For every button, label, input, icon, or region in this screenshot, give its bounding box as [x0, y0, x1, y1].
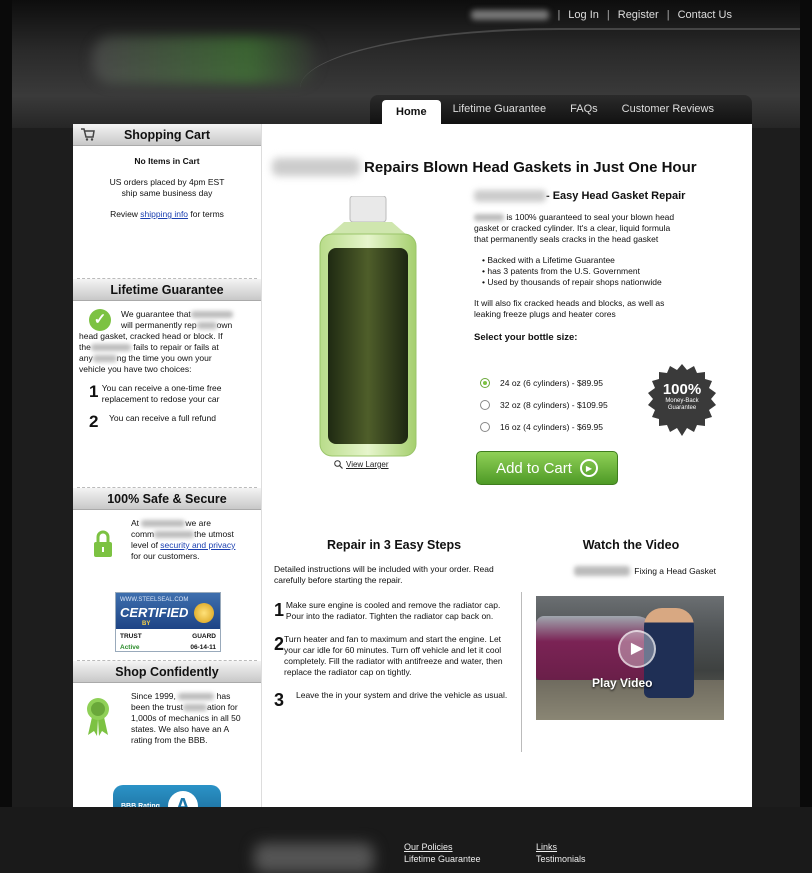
tab-lifetime-guarantee[interactable]: Lifetime Guarantee	[441, 95, 559, 124]
guarantee-header: Lifetime Guarantee	[73, 279, 261, 301]
login-link[interactable]: Log In	[568, 9, 599, 21]
play-icon[interactable]: ▶	[618, 630, 656, 668]
lock-icon	[94, 530, 112, 557]
list-item: has 3 patents from the U.S. Government	[482, 266, 736, 277]
guarantee-choice: 2 You can receive a full refund	[89, 412, 216, 431]
steps-intro: Detailed instructions will be included w…	[274, 564, 494, 585]
site-logo[interactable]	[92, 36, 317, 84]
footer-col-policies: Our Policies Lifetime Guarantee	[404, 841, 481, 865]
product-description: is 100% guaranteed to seal your blown he…	[474, 212, 675, 244]
cart-block: No Items in Cart US orders placed by 4pm…	[73, 146, 261, 278]
register-link[interactable]: Register	[618, 9, 659, 21]
product-subtitle: - Easy Head Gasket Repair	[474, 190, 736, 202]
list-item: 3 Leave the in your system and drive the…	[274, 690, 508, 710]
radio-button[interactable]	[480, 400, 490, 410]
confident-header: Shop Confidently	[73, 661, 261, 683]
main-content: Repairs Blown Head Gaskets in Just One H…	[262, 124, 752, 807]
product-extra: It will also fix cracked heads and block…	[474, 298, 665, 319]
video-thumbnail[interactable]: ▶ Play Video	[536, 596, 724, 720]
secure-block: At we are comm the utmost level of securi…	[73, 510, 261, 660]
size-select-label: Select your bottle size:	[474, 332, 578, 343]
video-caption: Fixing a Head Gasket	[536, 566, 726, 576]
main-nav: Home Lifetime Guarantee FAQs Customer Re…	[370, 95, 752, 124]
repair-steps: Repair in 3 Easy Steps Detailed instruct…	[274, 538, 514, 722]
shipping-terms: Review shipping info for terms	[110, 209, 224, 219]
footer-link-testimonials[interactable]: Testimonials	[536, 853, 586, 865]
size-options: 24 oz (6 cylinders) - $89.95 32 oz (8 cy…	[480, 372, 608, 438]
product-bottle-image[interactable]	[308, 196, 428, 466]
shopping-cart-icon	[81, 128, 95, 141]
product-info: - Easy Head Gasket Repair is 100% guaran…	[474, 190, 736, 343]
tab-faqs[interactable]: FAQs	[558, 95, 610, 124]
phone-number	[471, 10, 550, 20]
list-item: 1 Make sure engine is cooled and remove …	[274, 600, 501, 621]
video-section: Watch the Video Fixing a Head Gasket ▶ P…	[536, 538, 726, 720]
award-ribbon-icon	[87, 698, 109, 736]
top-links: | Log In | Register | Contact Us	[471, 9, 732, 21]
divider	[521, 592, 522, 752]
list-item: Backed with a Lifetime Guarantee	[482, 255, 736, 266]
footer-col-links: Links Testimonials	[536, 841, 586, 865]
magnifier-icon	[334, 460, 343, 469]
footer: Our Policies Lifetime Guarantee Links Te…	[0, 807, 812, 873]
security-privacy-link[interactable]: security and privacy	[160, 540, 235, 550]
size-option-32oz[interactable]: 32 oz (8 cylinders) - $109.95	[480, 394, 608, 416]
cart-empty-text: No Items in Cart	[134, 156, 200, 166]
contact-us-link[interactable]: Contact Us	[678, 9, 732, 21]
radio-button[interactable]	[480, 378, 490, 388]
page-content: Shopping Cart No Items in Cart US orders…	[73, 124, 752, 827]
guarantee-block: ✓ We guarantee that will permanently rep…	[73, 301, 261, 487]
footer-link-policies[interactable]: Our Policies	[404, 841, 481, 853]
shipping-info-link[interactable]: shipping info	[140, 209, 188, 219]
steps-title: Repair in 3 Easy Steps	[326, 538, 462, 552]
checkmark-icon: ✓	[89, 309, 111, 331]
footer-link-links[interactable]: Links	[536, 841, 586, 853]
radio-button[interactable]	[480, 422, 490, 432]
right-edge-shade	[800, 0, 812, 873]
trust-guard-badge[interactable]: WWW.STEELSEAL.COM CERTIFIED BY TRUST GUA…	[115, 592, 221, 652]
product-bullets: Backed with a Lifetime Guarantee has 3 p…	[474, 255, 736, 288]
list-item: Used by thousands of repair shops nation…	[482, 277, 736, 288]
tab-customer-reviews[interactable]: Customer Reviews	[610, 95, 726, 124]
guarantee-choice: 1 You can receive a one-time free replac…	[89, 382, 222, 405]
video-title: Watch the Video	[582, 538, 680, 552]
shipping-note: US orders placed by 4pm EST ship same bu…	[109, 177, 225, 198]
left-edge-shade	[0, 0, 12, 873]
sidebar: Shopping Cart No Items in Cart US orders…	[73, 124, 262, 827]
list-item: 2 Turn heater and fan to maximum and sta…	[274, 634, 503, 677]
size-option-16oz[interactable]: 16 oz (4 cylinders) - $69.95	[480, 416, 608, 438]
view-larger-link[interactable]: View Larger	[334, 460, 389, 469]
gold-seal-icon	[194, 603, 214, 623]
arrow-right-icon: ▶	[579, 459, 598, 477]
secure-header: 100% Safe & Secure	[73, 488, 261, 510]
cart-header: Shopping Cart	[73, 124, 261, 146]
play-video-label: Play Video	[592, 676, 653, 690]
page-title: Repairs Blown Head Gaskets in Just One H…	[364, 158, 697, 176]
headline: Repairs Blown Head Gaskets in Just One H…	[272, 150, 742, 184]
money-back-seal: 100% Money-Back Guarantee	[662, 381, 702, 412]
footer-logo	[254, 843, 374, 873]
footer-link-guarantee[interactable]: Lifetime Guarantee	[404, 853, 481, 865]
size-option-24oz[interactable]: 24 oz (6 cylinders) - $89.95	[480, 372, 608, 394]
add-to-cart-button[interactable]: Add to Cart ▶	[476, 451, 618, 485]
tab-home[interactable]: Home	[382, 100, 441, 124]
brand-name-redacted	[272, 158, 360, 176]
